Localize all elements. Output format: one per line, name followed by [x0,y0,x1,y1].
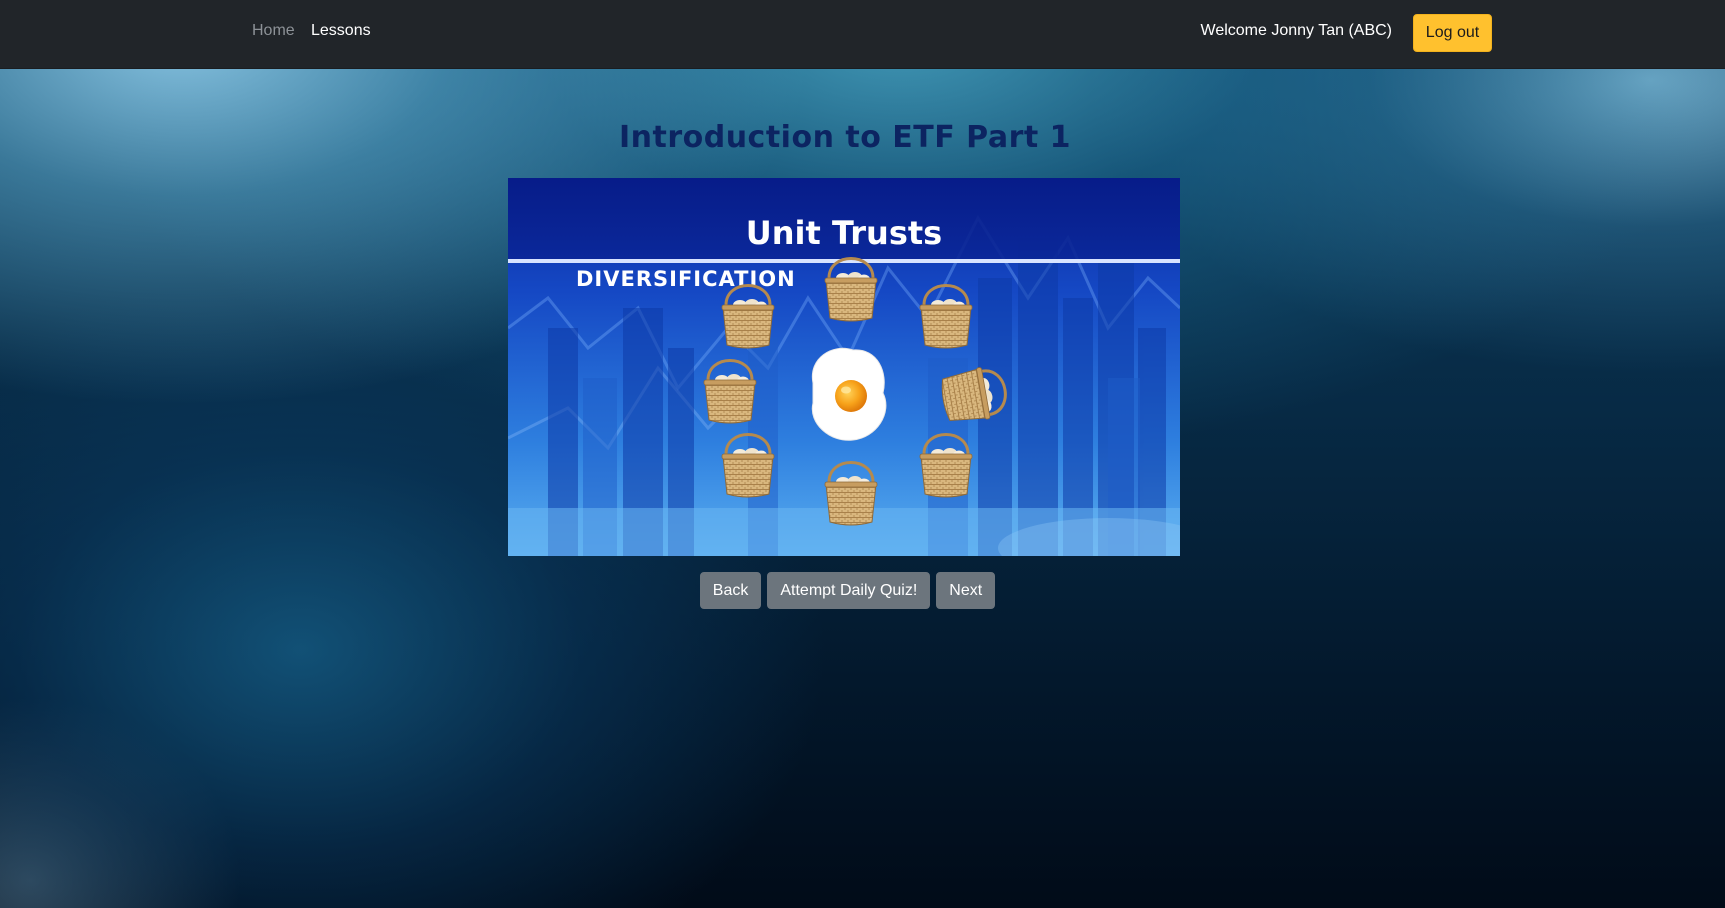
top-navbar: Home Lessons Welcome Jonny Tan (ABC) Log… [0,0,1725,69]
slide-heading: Unit Trusts [746,214,942,252]
lesson-slide-image: Unit Trusts DIVERSIFICATION [508,178,1180,556]
lesson-navigation: Back Attempt Daily Quiz! Next [0,572,1695,609]
welcome-text: Welcome Jonny Tan (ABC) [1200,22,1392,39]
nav-home-link[interactable]: Home [252,22,295,40]
nav-lessons-link[interactable]: Lessons [311,22,371,40]
slide-subheading: DIVERSIFICATION [576,267,796,291]
back-button[interactable]: Back [699,572,762,609]
lesson-title: Introduction to ETF Part 1 [618,120,1072,155]
logout-button[interactable]: Log out [1413,14,1492,52]
attempt-quiz-button[interactable]: Attempt Daily Quiz! [767,572,931,609]
next-button[interactable]: Next [936,572,996,609]
